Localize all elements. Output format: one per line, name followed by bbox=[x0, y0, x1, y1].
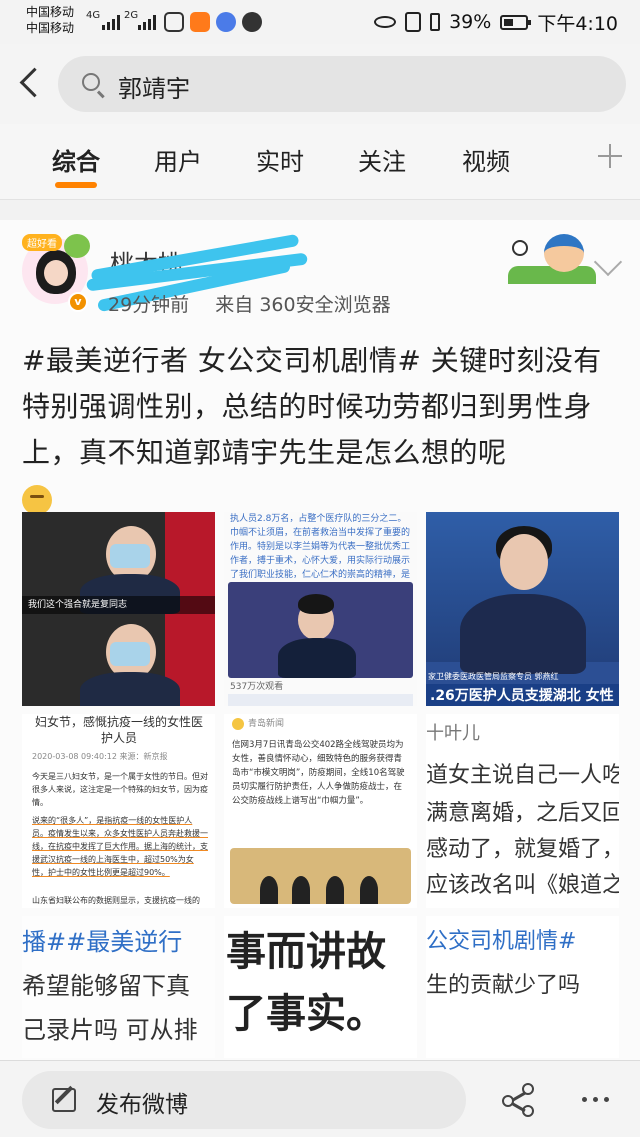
video-app-icon bbox=[190, 12, 210, 32]
back-button[interactable] bbox=[14, 62, 44, 102]
post-source: 来自 360安全浏览器 bbox=[215, 294, 391, 316]
redaction-scribble bbox=[86, 233, 308, 313]
bottom-bar: 发布微博 bbox=[0, 1060, 640, 1137]
grid-image-8[interactable]: 事而讲故 了事实。 bbox=[224, 916, 417, 1058]
c2-top-text: 执人员2.8万名，占整个医疗队的三分之二。巾帼不让须眉，在前者救治当中发挥了重要… bbox=[230, 514, 411, 578]
search-icon bbox=[82, 73, 100, 91]
grid-image-2[interactable]: 执人员2.8万名，占整个医疗队的三分之二。巾帼不让须眉，在前者救治当中发挥了重要… bbox=[224, 512, 417, 706]
music-app-icon bbox=[216, 12, 236, 32]
c4-paragraph-2: 说来的“很多人”，是指抗疫一线的女性医护人员。疫情发生以来，众多女性医护人员奔赴… bbox=[32, 816, 208, 877]
grid-image-3[interactable]: 家卫健委医政医管局监察专员 郭燕红 .26万医护人员支援湖北 女性 bbox=[426, 512, 619, 706]
grid-image-9[interactable]: 公交司机剧情# 生的贡献少了吗 bbox=[426, 916, 619, 1058]
c9-line-2: 生的贡献少了吗 bbox=[426, 973, 581, 998]
carrier-labels: 中国移动 中国移动 bbox=[26, 4, 74, 36]
more-dots-icon[interactable] bbox=[582, 1097, 609, 1102]
search-input[interactable]: 郭靖宇 bbox=[58, 56, 626, 112]
share-icon[interactable] bbox=[502, 1083, 538, 1119]
c2-video-meta: 537万次观看 bbox=[230, 682, 284, 692]
c4-title-2: 护人员 bbox=[100, 731, 137, 745]
signal-1-icon bbox=[102, 14, 120, 30]
c3-label: 家卫健委医政医管局监察专员 郭燕红 bbox=[428, 672, 559, 681]
c6-line-3: 满意离婚，之后又回 bbox=[426, 801, 619, 826]
c4-title-1: 妇女节，感慨抗疫一线的女性医 bbox=[34, 715, 203, 729]
plus-icon[interactable] bbox=[598, 144, 622, 168]
c1-caption: 我们这个强合就是复同志 bbox=[22, 596, 215, 614]
c5-text: 信网3月7日讯青岛公交402路全线驾驶员均为女性，善良情怀动心，细致特色的服务获… bbox=[232, 740, 405, 806]
c7-line-3: 己录片吗 可从排 bbox=[22, 1016, 198, 1044]
result-tabs: 综合 用户 实时 关注 视频 bbox=[0, 124, 640, 200]
compose-button[interactable]: 发布微博 bbox=[22, 1071, 466, 1129]
status-right: 39% 下午4:10 bbox=[374, 8, 618, 36]
tab-following[interactable]: 关注 bbox=[358, 142, 406, 177]
carrier-1: 中国移动 bbox=[26, 5, 75, 19]
c6-line-2: 道女主说自己一人吃 bbox=[426, 763, 619, 788]
c4-date: 2020-03-08 09:40:12 来源：新京报 bbox=[32, 752, 168, 761]
network-type-1: 4G bbox=[86, 10, 101, 21]
weibo-post-card: 超好看 v 桃木桃 29分钟前 来自 360安全浏览器 #最美逆行者 女公交司机… bbox=[0, 220, 640, 1080]
status-bar: 中国移动 中国移动 4G 2G 39% 下午4:10 bbox=[0, 0, 640, 44]
verified-badge-icon: v bbox=[68, 292, 88, 312]
c4-paragraph-1: 今天是三八妇女节，是一个属于女性的节日。但对很多人来说，这注定是一个特殊的妇女节… bbox=[32, 772, 208, 807]
chevron-down-icon[interactable] bbox=[593, 247, 623, 277]
tab-realtime[interactable]: 实时 bbox=[256, 142, 304, 177]
eye-comfort-icon bbox=[374, 16, 397, 28]
network-type-2: 2G bbox=[124, 10, 139, 21]
c5-account: 青岛新闻 bbox=[248, 719, 285, 729]
post-time: 29分钟前 bbox=[108, 294, 190, 316]
c8-line-1: 事而讲故 bbox=[226, 929, 386, 975]
thinking-emoji-icon bbox=[22, 485, 52, 515]
active-tab-indicator bbox=[55, 182, 97, 188]
c7-line-1: 播##最美逆行 bbox=[22, 928, 183, 956]
grid-image-5[interactable]: 青岛新闻 信网3月7日讯青岛公交402路全线驾驶员均为女性，善良情怀动心，细致特… bbox=[224, 714, 417, 908]
image-grid: 我们这个强合就是复同志 执人员2.8万名，占整个医疗队的三分之二。巾帼不让须眉，… bbox=[22, 512, 619, 1058]
weibo-search-results: 中国移动 中国移动 4G 2G 39% 下午4:10 郭靖宇 综合 用户 实时 … bbox=[0, 0, 640, 1137]
c7-line-2: 希望能够留下真 bbox=[22, 972, 190, 1000]
tab-video[interactable]: 视频 bbox=[462, 142, 510, 177]
c3-bar: .26万医护人员支援湖北 女性 bbox=[426, 684, 619, 706]
signal-2-icon bbox=[138, 14, 156, 30]
compose-label: 发布微博 bbox=[96, 1092, 188, 1118]
c8-line-2: 了事实。 bbox=[226, 991, 386, 1037]
grid-image-1[interactable]: 我们这个强合就是复同志 bbox=[22, 512, 215, 706]
edit-icon bbox=[52, 1088, 76, 1112]
nfc-icon bbox=[405, 12, 422, 32]
post-text[interactable]: #最美逆行者 女公交司机剧情# 关键时刻没有特别强调性别，总结的时候功劳都归到男… bbox=[22, 338, 618, 522]
post-body: #最美逆行者 女公交司机剧情# 关键时刻没有特别强调性别，总结的时候功劳都归到男… bbox=[22, 344, 602, 469]
avatar-tag: 超好看 bbox=[22, 234, 62, 251]
c9-line-1: 公交司机剧情# bbox=[426, 929, 577, 954]
c6-line-1: 十叶儿 bbox=[426, 723, 480, 744]
missed-call-icon bbox=[164, 12, 184, 32]
c6-line-5: 应该改名叫《娘道之 bbox=[426, 873, 619, 898]
message-app-icon bbox=[242, 12, 262, 32]
battery-icon bbox=[500, 14, 532, 30]
tab-all[interactable]: 综合 bbox=[52, 142, 100, 177]
clock: 下午4:10 bbox=[537, 12, 618, 35]
grid-image-6[interactable]: 十叶儿 道女主说自己一人吃 满意离婚，之后又回 感动了，就复婚了， 应该改名叫《… bbox=[426, 714, 619, 908]
vibrate-icon bbox=[430, 13, 441, 31]
carrier-2: 中国移动 bbox=[26, 21, 75, 35]
c4-paragraph-3: 山东省妇联公布的数据则显示，支援抗疫一线的 bbox=[32, 896, 200, 905]
c6-line-4: 感动了，就复婚了， bbox=[426, 837, 619, 862]
battery-percent: 39% bbox=[449, 11, 492, 33]
card-decoration bbox=[508, 226, 596, 284]
tab-users[interactable]: 用户 bbox=[154, 142, 202, 177]
search-header: 郭靖宇 bbox=[0, 44, 640, 124]
post-meta: 29分钟前 来自 360安全浏览器 bbox=[108, 290, 391, 317]
bus-photo bbox=[230, 848, 411, 904]
avatar-face bbox=[44, 260, 68, 286]
grid-image-4[interactable]: 妇女节，感慨抗疫一线的女性医 护人员 2020-03-08 09:40:12 来… bbox=[22, 714, 215, 908]
search-query: 郭靖宇 bbox=[118, 75, 190, 103]
grid-image-7[interactable]: 播##最美逆行 希望能够留下真 己录片吗 可从排 bbox=[22, 916, 215, 1058]
